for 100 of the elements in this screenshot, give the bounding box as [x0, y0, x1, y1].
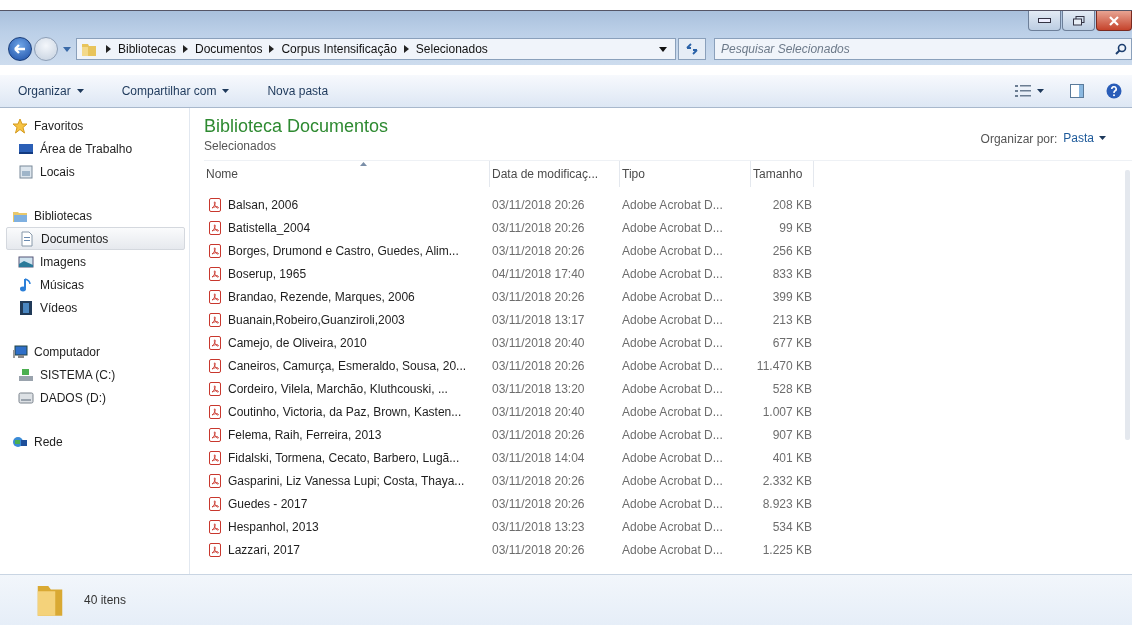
- item-count: 40 itens: [84, 593, 127, 607]
- table-cell-text: 03/11/2018 20:26: [491, 541, 586, 559]
- view-list-icon[interactable]: [1015, 84, 1031, 98]
- chevron-icon[interactable]: [269, 45, 275, 53]
- monitor-icon: [12, 343, 28, 360]
- table-cell-text: 399 KB: [771, 288, 813, 306]
- nav-item[interactable]: DADOS (D:): [6, 386, 189, 409]
- chevron-icon[interactable]: [106, 45, 111, 53]
- search-field[interactable]: Pesquisar Selecionados: [714, 38, 1132, 60]
- column-header[interactable]: Tipo: [620, 161, 751, 187]
- minimize-button[interactable]: [1028, 11, 1061, 31]
- file-name[interactable]: Caneiros, Camurça, Esmeraldo, Sousa, 20...: [228, 358, 467, 373]
- table-cell-text: 03/11/2018 20:26: [491, 196, 586, 214]
- nav-item[interactable]: Área de Trabalho: [6, 137, 189, 160]
- table-cell-text: Adobe Acrobat D...: [621, 541, 724, 559]
- table-cell-text: 833 KB: [771, 265, 813, 283]
- pdf-file-icon: [209, 404, 221, 419]
- file-name[interactable]: Camejo, de Oliveira, 2010: [228, 335, 367, 350]
- chevron-icon[interactable]: [183, 45, 189, 53]
- table-cell-text: 03/11/2018 20:40: [491, 334, 586, 352]
- nav-item[interactable]: Rede: [6, 430, 189, 453]
- table-cell-text: 03/11/2018 13:23: [491, 518, 586, 536]
- table-cell-text: Adobe Acrobat D...: [621, 472, 724, 490]
- chevron-icon[interactable]: [403, 45, 409, 53]
- nav-item[interactable]: Computador: [6, 340, 189, 363]
- caret-icon[interactable]: [1037, 89, 1044, 93]
- column-header[interactable]: Data de modificaç...: [490, 161, 620, 187]
- column-header[interactable]: Nome: [204, 161, 490, 187]
- file-name[interactable]: Fidalski, Tormena, Cecato, Barbero, Lugã...: [228, 450, 460, 465]
- table-cell-text: Adobe Acrobat D...: [621, 242, 724, 260]
- scrollbar[interactable]: [1125, 170, 1130, 440]
- nav-item[interactable]: Bibliotecas: [6, 204, 189, 227]
- film-icon: [18, 299, 34, 316]
- pdf-file-icon: [209, 312, 221, 327]
- toolbar-button[interactable]: Compartilhar com: [115, 81, 236, 101]
- pdf-file-icon: [209, 220, 221, 235]
- file-name[interactable]: Buanain,Robeiro,Guanziroli,2003: [228, 312, 405, 327]
- nav-item[interactable]: Favoritos: [6, 114, 189, 137]
- help-icon[interactable]: [1106, 83, 1122, 99]
- nav-item[interactable]: Documentos: [6, 227, 185, 250]
- arrange-dropdown[interactable]: Pasta: [1057, 130, 1112, 146]
- table-cell-text: Adobe Acrobat D...: [621, 265, 724, 283]
- search-icon[interactable]: [1115, 43, 1127, 55]
- folder-icon: [81, 41, 97, 57]
- column-header[interactable]: Tamanho: [751, 161, 814, 187]
- toolbar-button[interactable]: Nova pasta: [261, 81, 335, 101]
- file-name[interactable]: Brandao, Rezende, Marques, 2006: [228, 289, 415, 304]
- close-button[interactable]: [1096, 11, 1132, 31]
- toolbar-button[interactable]: Organizar: [12, 81, 90, 101]
- file-name[interactable]: Hespanhol, 2013: [228, 519, 319, 534]
- table-cell-text: 03/11/2018 20:26: [491, 288, 586, 306]
- breadcrumb[interactable]: Documentos: [195, 42, 263, 56]
- table-cell-text: 256 KB: [771, 242, 813, 260]
- nav-item[interactable]: Locais: [6, 160, 189, 183]
- table-cell-text: Adobe Acrobat D...: [621, 380, 724, 398]
- table-cell-text: 11.470 KB: [755, 357, 813, 375]
- pdf-file-icon: [209, 289, 221, 304]
- refresh-icon: [685, 42, 699, 56]
- table-cell-text: 03/11/2018 20:26: [491, 472, 586, 490]
- file-name[interactable]: Balsan, 2006: [228, 197, 299, 212]
- breadcrumb[interactable]: Bibliotecas: [118, 42, 177, 56]
- preview-pane-icon[interactable]: [1070, 84, 1084, 98]
- nav-item[interactable]: Vídeos: [6, 296, 189, 319]
- column-label: Nome: [206, 167, 238, 181]
- table-cell-text: 677 KB: [771, 334, 813, 352]
- library-title: Biblioteca Documentos: [204, 116, 389, 137]
- nav-item[interactable]: SISTEMA (C:): [6, 363, 189, 386]
- pdf-file-icon: [209, 519, 221, 534]
- address-bar[interactable]: Bibliotecas Documentos Corpus Intensificação Selecionados: [76, 38, 676, 60]
- column-label: Data de modificaç...: [492, 167, 599, 181]
- breadcrumb[interactable]: Selecionados: [415, 42, 488, 56]
- file-name[interactable]: Coutinho, Victoria, da Paz, Brown, Kasten...: [228, 404, 462, 419]
- file-name[interactable]: Borges, Drumond e Castro, Guedes, Alim...: [228, 243, 459, 258]
- table-cell-text: Adobe Acrobat D...: [621, 518, 724, 536]
- restore-icon: [1072, 15, 1085, 26]
- close-icon: [1109, 15, 1119, 26]
- back-button[interactable]: [8, 37, 32, 61]
- music-note-icon: [18, 276, 34, 293]
- file-name[interactable]: Cordeiro, Vilela, Marchão, Kluthcouski, ...: [228, 381, 448, 396]
- refresh-button[interactable]: [678, 38, 706, 60]
- pdf-file-icon: [209, 243, 221, 258]
- file-name[interactable]: Lazzari, 2017: [228, 542, 301, 557]
- pdf-file-icon: [209, 358, 221, 373]
- file-name[interactable]: Gasparini, Liz Vanessa Lupi; Costa, Thaya...: [228, 473, 465, 488]
- nav-item[interactable]: Imagens: [6, 250, 189, 273]
- file-name[interactable]: Boserup, 1965: [228, 266, 307, 281]
- restore-button[interactable]: [1062, 11, 1095, 31]
- file-name[interactable]: Felema, Raih, Ferreira, 2013: [228, 427, 382, 442]
- nav-item[interactable]: Músicas: [6, 273, 189, 296]
- table-cell-text: Adobe Acrobat D...: [621, 288, 724, 306]
- table-cell-text: 03/11/2018 20:26: [491, 426, 586, 444]
- table-cell-text: Adobe Acrobat D...: [621, 449, 724, 467]
- table-cell-text: 1.007 KB: [761, 403, 813, 421]
- file-name[interactable]: Batistella_2004: [228, 220, 311, 235]
- table-cell-text: Adobe Acrobat D...: [621, 311, 724, 329]
- table-cell-text: 528 KB: [771, 380, 813, 398]
- dropdown-arrow-icon[interactable]: [659, 46, 667, 52]
- file-name[interactable]: Guedes - 2017: [228, 496, 308, 511]
- breadcrumb[interactable]: Corpus Intensificação: [281, 42, 397, 56]
- history-dropdown-icon[interactable]: [63, 46, 71, 52]
